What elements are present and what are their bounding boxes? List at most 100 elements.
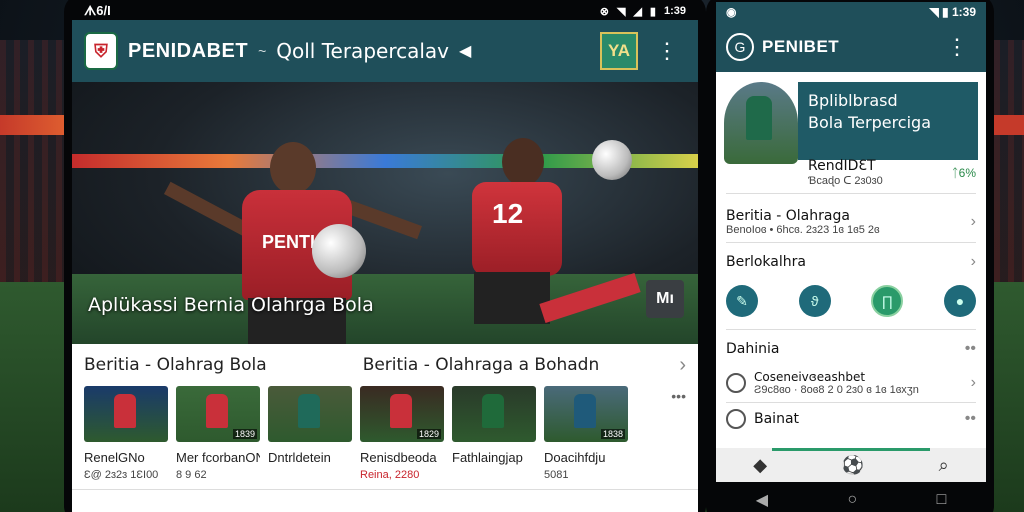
clock-icon (726, 373, 746, 393)
list-item-dahinia[interactable]: Dahinia •• (716, 340, 986, 358)
list-item-meta: Ƨ9c8ɞo · 8oɞ8 2 0 2ɜ0 ɞ 1ɞ 1ɞxʒn (754, 384, 919, 396)
thumbnail-image: 1838 (544, 386, 628, 442)
kit-icon[interactable]: ∏ (871, 285, 904, 317)
video-thumbnail[interactable]: Dntrldetein (268, 386, 352, 481)
brand-name: PENIBET (762, 37, 840, 56)
thumbnail-title: Dntrldetein (268, 450, 331, 465)
video-thumbnail[interactable]: RenelGNo Ɛ@ 2ɜ2ɜ 1ƐI00 (84, 386, 168, 481)
bottom-nav: ◆ ⚽ ⌕ (716, 448, 986, 482)
battery-icon: ▮ (649, 5, 656, 18)
more-dots-icon[interactable]: •• (965, 410, 976, 428)
player-image (724, 82, 798, 164)
more-dots-icon[interactable]: •• (965, 340, 976, 358)
badge-icon[interactable]: YA (600, 32, 638, 70)
status-time: 1:39 (663, 4, 686, 17)
brand-name: PENIDABET (128, 39, 249, 62)
info-icon (726, 409, 746, 429)
thumbnail-duration: 1829 (416, 429, 441, 439)
thumbnail-image: 1829 (360, 386, 444, 442)
nfc-icon: ⊗ (599, 5, 609, 18)
thumbnail-meta: Reina, 2280 (360, 469, 420, 481)
bottom-strip (72, 489, 698, 501)
hero-banner[interactable]: PENTI 12 Aplükassi Bernia Olahrga Bola M… (72, 82, 698, 344)
hero-action-button[interactable]: Mı (646, 280, 684, 318)
video-thumbnail[interactable]: Fathlaingjap (452, 386, 536, 481)
signal-icon: ◢ (633, 5, 642, 18)
thumbnail-image (268, 386, 352, 442)
recents-icon[interactable]: □ (937, 491, 947, 509)
chevron-right-icon[interactable]: › (971, 253, 976, 271)
ball-icon[interactable]: ● (943, 285, 976, 317)
info-meta: Ɓcaɖo ᑕ 2ɜ0ɜ0 (808, 175, 883, 187)
list-item-berlokalhra[interactable]: Berlokalhra › (716, 253, 986, 271)
featured-card[interactable]: Bpliblbrasd Bola Terperciga (724, 82, 978, 164)
shirt-text: PENTI (262, 232, 316, 252)
list-item-berita[interactable]: Beritia - Olahraga BenoIoɞ • 6hcɞ. 2ɜ23 … (716, 208, 986, 236)
info-percent: ᛏ6% (951, 165, 976, 180)
home-button-icon[interactable]: ○ (847, 491, 857, 509)
section-header: Beritia - Olahrag Bola Beritia - Olahrag… (72, 344, 698, 386)
search-icon[interactable]: ⌕ (939, 455, 949, 476)
thumbnail-title: Fathlaingjap (452, 450, 523, 465)
ad-board-right (992, 115, 1024, 135)
thumbnail-image (84, 386, 168, 442)
ad-board-left (0, 115, 70, 135)
section-title-2: Beritia - Olahraga a Bohadn (362, 355, 600, 375)
video-thumbnail[interactable]: 1838 Doacihfdju 5081 (544, 386, 628, 481)
sports-icon[interactable]: ⚽ (842, 455, 864, 476)
thumbnail-title: Renisdbeoda (360, 450, 437, 465)
section-title: Beritia - Olahrag Bola (84, 355, 267, 375)
home-icon[interactable]: ◆ (753, 455, 767, 476)
video-thumbnail[interactable]: 1839 Mer fcorbanON 8 9 62 (176, 386, 260, 481)
chevron-right-icon[interactable]: › (971, 213, 976, 231)
app-bar: ⛨ PENIDABET ~ Qoll Terapercalav ◀ YA ⋮ (72, 20, 698, 82)
card-line-2: Bola Terperciga (808, 113, 932, 132)
system-nav: ◀ ○ □ (716, 482, 986, 512)
shield-logo-icon[interactable]: ⛨ (84, 32, 118, 70)
app-icon: ◉ (726, 5, 737, 19)
football-icon (592, 140, 632, 180)
status-bar: ᗑ6/I ⊗ ◥ ◢ ▮ 1:39 (72, 2, 698, 20)
thumbnail-title: RenelGNo (84, 450, 145, 465)
more-dots-icon[interactable]: ••• (671, 388, 686, 404)
send-icon[interactable]: ◀ (459, 41, 471, 61)
app-bar: G PENIBET ⋮ (716, 22, 986, 72)
sport-icon[interactable]: ϑ (798, 285, 831, 317)
left-phone: ᗑ6/I ⊗ ◥ ◢ ▮ 1:39 ⛨ PENIDABET ~ Qoll Ter… (64, 0, 706, 512)
thumbnail-title: Mer fcorbanON (176, 450, 260, 465)
chevron-right-icon[interactable]: › (679, 354, 686, 377)
kebab-icon[interactable]: ⋮ (938, 34, 976, 60)
list-item-label: Berlokalhra (726, 254, 806, 270)
hero-title: Aplükassi Bernia Olahrga Bola (88, 294, 374, 316)
info-title: RendIDƐT (808, 158, 876, 174)
list-item-coseneiv[interactable]: Coseneivɞeashbet Ƨ9c8ɞo · 8oɞ8 2 0 2ɜ0 ɞ… (716, 370, 986, 396)
thumbnail-title: Doacihfdju (544, 450, 606, 465)
list-item-label: Dahinia (726, 341, 780, 357)
status-bar: ◉ ◥ ▮ 1:39 (716, 2, 986, 22)
tool-icon[interactable]: ✎ (726, 285, 758, 317)
status-time-left: ᗑ6/I (84, 3, 111, 18)
right-phone-screen: ◉ ◥ ▮ 1:39 G PENIBET ⋮ Bpliblbrasd Bola … (716, 2, 986, 512)
thumbnail-meta: 5081 (544, 469, 569, 481)
list-item-label: Beritia - Olahraga (726, 208, 850, 224)
signal-icon: ◥ ▮ (929, 5, 952, 19)
list-item-meta: BenoIoɞ • 6hcɞ. 2ɜ23 1ɞ 1ɞ5 2ɞ (726, 224, 880, 236)
brand-logo-icon[interactable]: G (726, 33, 754, 61)
card-line-1: Bpliblbrasd (808, 91, 898, 110)
kebab-icon[interactable]: ⋮ (648, 38, 686, 64)
right-phone: ◉ ◥ ▮ 1:39 G PENIBET ⋮ Bpliblbrasd Bola … (706, 0, 994, 512)
video-thumbnail[interactable]: 1829 Renisdbeoda Reina, 2280 (360, 386, 444, 481)
list-item-bainat[interactable]: Bainat •• (716, 409, 986, 429)
thumbnail-duration: 1838 (600, 429, 625, 439)
thumbnail-duration: 1839 (232, 429, 257, 439)
chevron-right-icon[interactable]: › (971, 374, 976, 392)
football-icon (312, 224, 366, 278)
wifi-icon: ◥ (616, 5, 626, 18)
status-time: 1:39 (951, 5, 976, 19)
list-item-label: Bainat (754, 411, 800, 427)
thumbnail-meta: 8 9 62 (176, 469, 207, 481)
app-subtitle: Qoll Terapercalav (276, 39, 449, 63)
thumbnail-meta: Ɛ@ 2ɜ2ɜ 1ƐI00 (84, 469, 159, 481)
back-icon[interactable]: ◀ (756, 490, 768, 510)
thumbnail-image (452, 386, 536, 442)
